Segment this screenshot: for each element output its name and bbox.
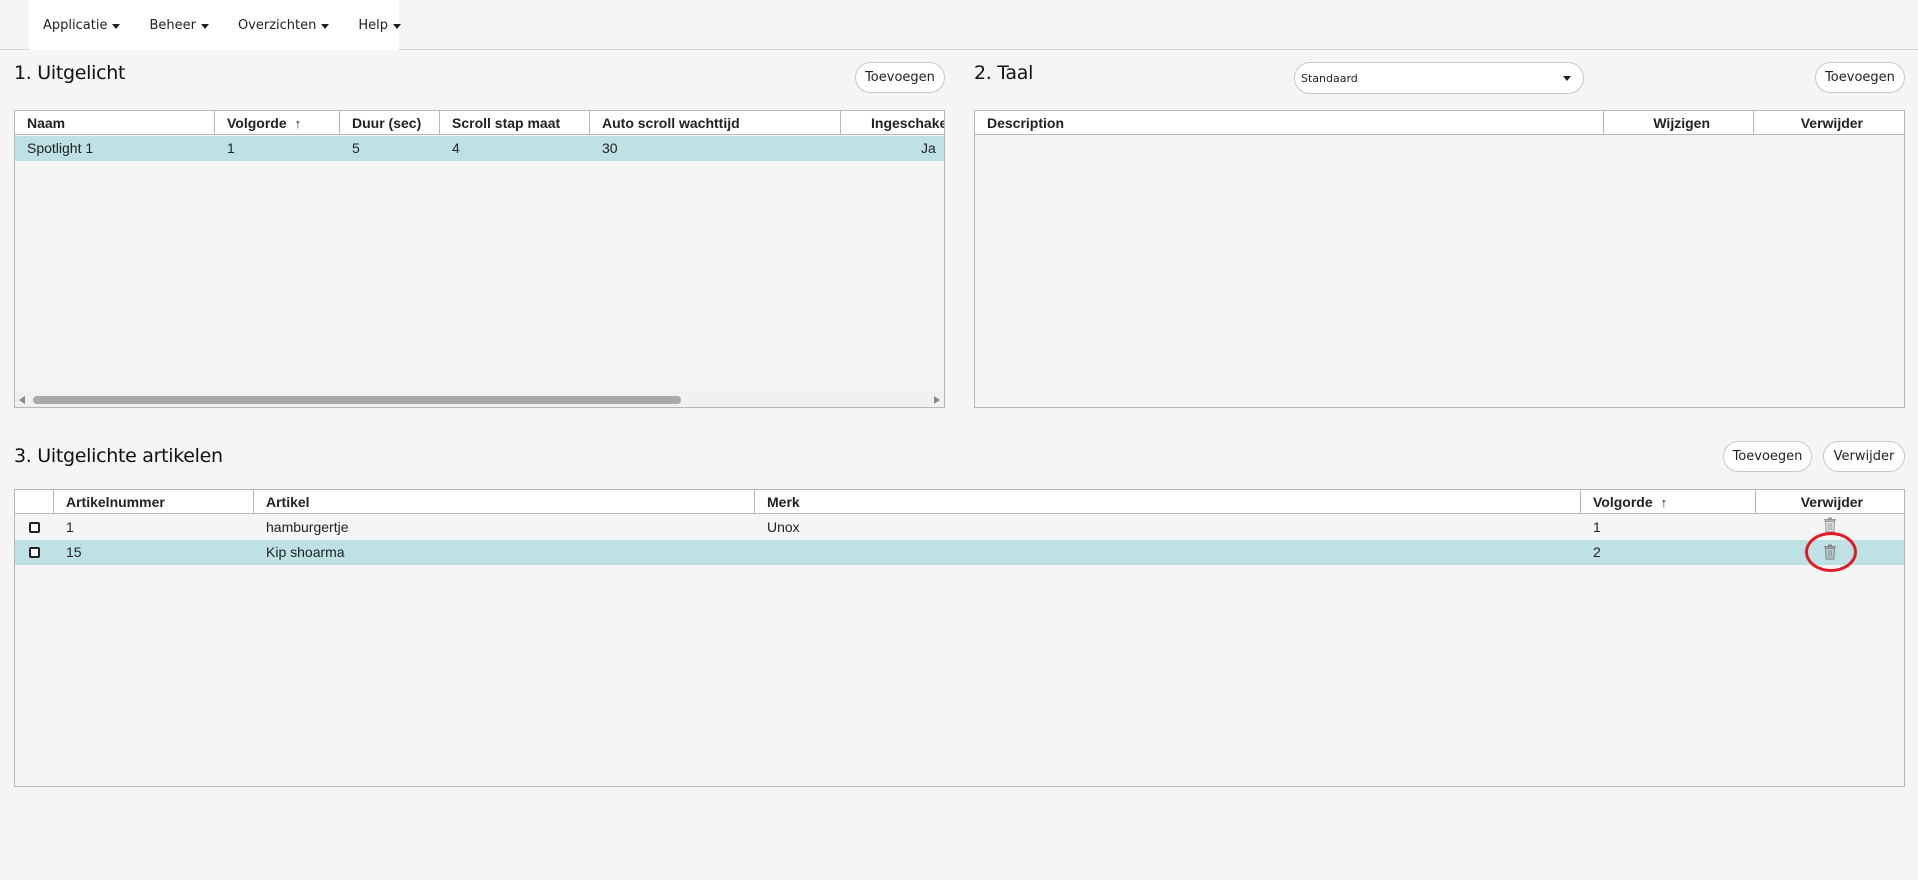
cell-merk (755, 540, 767, 565)
col-verwijder[interactable]: Verwijder (1756, 490, 1904, 514)
col-scroll-stap[interactable]: Scroll stap maat (440, 111, 590, 135)
col-artikel[interactable]: Artikel (254, 490, 755, 514)
artikelen-add-button[interactable]: Toevoegen (1723, 441, 1812, 472)
taal-title: 2. Taal (974, 62, 1034, 84)
scroll-left-icon[interactable] (19, 396, 25, 404)
col-merk[interactable]: Merk (755, 490, 1581, 514)
col-volgorde[interactable]: Volgorde ↑ (1581, 490, 1756, 514)
col-description[interactable]: Description (975, 111, 1604, 135)
menu-help-label: Help (358, 17, 389, 33)
cell-artikelnummer: 15 (66, 544, 82, 560)
cell-scroll-stap: 4 (452, 140, 460, 156)
row-checkbox[interactable] (29, 547, 40, 558)
caret-down-icon (200, 23, 209, 29)
menu-overzichten-label: Overzichten (237, 17, 317, 33)
arrow-up-icon: ↑ (1660, 495, 1668, 510)
main-menu: Applicatie Beheer Overzichten Help (29, 0, 402, 50)
row-checkbox[interactable] (29, 522, 40, 533)
language-select-value: Standaard (1301, 71, 1358, 85)
cell-ingeschakeld: Ja (921, 140, 936, 156)
horizontal-scrollbar[interactable] (15, 392, 944, 407)
uitgelicht-grid: Naam Volgorde ↑ Duur (sec) Scroll stap ma… (14, 110, 945, 408)
col-select (15, 490, 54, 514)
col-naam[interactable]: Naam (15, 111, 215, 135)
scrollbar-thumb[interactable] (33, 396, 681, 404)
menu-overzichten[interactable]: Overzichten (237, 17, 330, 33)
caret-down-icon (393, 23, 402, 29)
cell-volgorde: 2 (1593, 544, 1601, 560)
trash-icon[interactable] (1823, 544, 1837, 560)
uitgelicht-title: 1. Uitgelicht (14, 62, 126, 84)
cell-volgorde: 1 (227, 140, 235, 156)
taal-grid: Description Wijzigen Verwijder (974, 110, 1905, 408)
scroll-right-icon[interactable] (934, 396, 940, 404)
taal-add-button[interactable]: Toevoegen (1815, 62, 1905, 93)
uitgelicht-add-button[interactable]: Toevoegen (855, 62, 945, 93)
language-select[interactable]: Standaard (1294, 62, 1584, 94)
artikelen-grid: Artikelnummer Artikel Merk Volgorde ↑ Ver… (14, 489, 1905, 787)
taal-grid-header: Description Wijzigen Verwijder (975, 111, 1904, 135)
trash-icon[interactable] (1823, 517, 1837, 533)
col-ingeschakeld[interactable]: Ingeschakeld (841, 111, 944, 135)
cell-artikel: Kip shoarma (266, 544, 345, 560)
arrow-up-icon: ↑ (294, 116, 302, 131)
caret-down-icon (1563, 76, 1571, 81)
table-row[interactable]: 15 Kip shoarma 2 (15, 540, 1904, 565)
artikelen-remove-button[interactable]: Verwijder (1823, 441, 1905, 472)
cell-artikelnummer: 1 (66, 519, 74, 535)
cell-volgorde: 1 (1593, 519, 1601, 535)
artikelen-grid-header: Artikelnummer Artikel Merk Volgorde ↑ Ver… (15, 490, 1904, 514)
cell-wachttijd: 30 (602, 140, 618, 156)
menu-applicatie[interactable]: Applicatie (43, 17, 121, 33)
col-duur[interactable]: Duur (sec) (340, 111, 440, 135)
col-artikelnummer[interactable]: Artikelnummer (54, 490, 254, 514)
cell-artikel: hamburgertje (266, 519, 349, 535)
caret-down-icon (321, 23, 330, 29)
menu-beheer[interactable]: Beheer (149, 18, 209, 33)
col-wachttijd[interactable]: Auto scroll wachttijd (590, 111, 841, 135)
col-volgorde-label: Volgorde (227, 115, 287, 131)
table-row[interactable]: 1 hamburgertje Unox 1 (15, 515, 1904, 540)
cell-merk: Unox (767, 519, 800, 535)
menu-applicatie-label: Applicatie (43, 17, 108, 33)
artikelen-title: 3. Uitgelichte artikelen (14, 445, 223, 467)
uitgelicht-grid-header: Naam Volgorde ↑ Duur (sec) Scroll stap ma… (15, 111, 944, 135)
table-row[interactable]: Spotlight 1 1 5 4 30 Ja (15, 136, 944, 161)
top-navbar: Applicatie Beheer Overzichten Help (0, 0, 1918, 50)
col-volgorde-label: Volgorde (1593, 494, 1653, 510)
menu-beheer-label: Beheer (149, 17, 196, 33)
col-volgorde[interactable]: Volgorde ↑ (215, 111, 340, 135)
menu-help[interactable]: Help (358, 17, 402, 33)
cell-duur: 5 (352, 140, 360, 156)
col-wijzigen[interactable]: Wijzigen (1604, 111, 1754, 135)
caret-down-icon (112, 23, 121, 29)
cell-naam: Spotlight 1 (27, 140, 94, 156)
col-verwijder[interactable]: Verwijder (1754, 111, 1904, 135)
